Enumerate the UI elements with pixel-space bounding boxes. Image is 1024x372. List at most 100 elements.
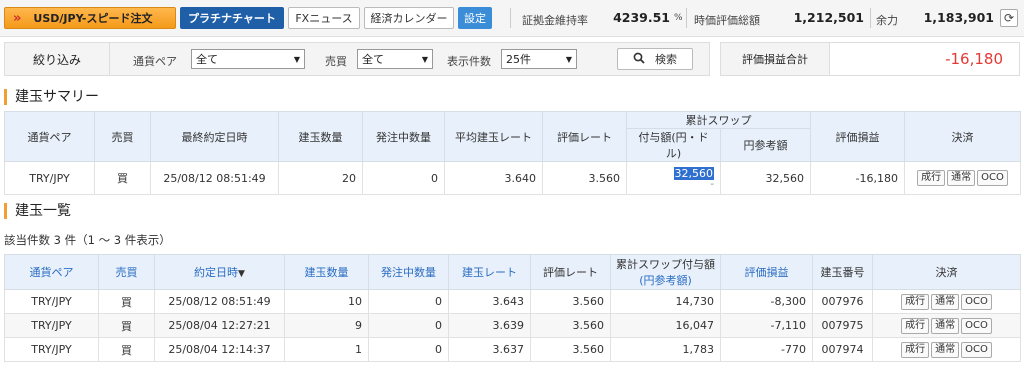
cell-qty: 9	[284, 313, 369, 338]
column-header-settle: 決済	[872, 254, 1021, 290]
market-settle-button[interactable]: 成行	[901, 293, 930, 310]
caret-down-icon: ▼	[421, 55, 428, 64]
column-header-side: 売買	[94, 111, 151, 162]
oco-settle-button[interactable]: OCO	[961, 341, 992, 358]
speed-order-button[interactable]: » USD/JPY-スピード注文	[4, 7, 176, 29]
margin-rate-unit: %	[674, 13, 683, 23]
count-select[interactable]: 25件 ▼	[501, 49, 577, 69]
cell-eval-rate: 3.560	[530, 313, 611, 338]
cell-pl: -770	[720, 337, 813, 362]
margin-rate-value: 4239.51	[613, 10, 670, 25]
count-filter-label: 表示件数	[447, 55, 491, 68]
cell-swap: 14,730	[610, 289, 721, 314]
cell-rate: 3.643	[448, 289, 531, 314]
cell-side: 買	[94, 161, 151, 195]
summary-section-title: 建玉サマリー	[4, 89, 99, 105]
market-settle-button[interactable]: 成行	[901, 341, 930, 358]
column-header-qty: 建玉数量	[278, 111, 363, 162]
oco-settle-button[interactable]: OCO	[961, 293, 992, 310]
total-pl-label: 評価損益合計	[720, 42, 830, 76]
cell-last-date: 25/08/12 08:51:49	[150, 161, 279, 195]
column-header-pair[interactable]: 通貨ペア	[4, 254, 99, 290]
side-filter-label: 売買	[325, 55, 347, 68]
column-header-date[interactable]: 約定日時▼	[154, 254, 285, 290]
available-value: 1,183,901	[923, 10, 994, 25]
cell-swap: 16,047	[610, 313, 721, 338]
cell-date: 25/08/04 12:14:37	[154, 337, 285, 362]
cell-qty: 1	[284, 337, 369, 362]
pair-select-value: 全て	[196, 53, 218, 66]
column-header-pending[interactable]: 発注中数量	[368, 254, 449, 290]
cell-pl: -16,180	[810, 161, 905, 195]
cell-eval-rate: 3.560	[530, 337, 611, 362]
column-header-avg-rate: 平均建玉レート	[444, 111, 543, 162]
column-header-qty[interactable]: 建玉数量	[284, 254, 369, 290]
column-header-id: 建玉番号	[812, 254, 873, 290]
cell-settle: 成行 通常 OCO	[872, 289, 1021, 314]
economic-calendar-button[interactable]: 経済カレンダー	[364, 7, 454, 29]
pair-filter-label: 通貨ペア	[133, 55, 177, 68]
normal-settle-button[interactable]: 通常	[947, 170, 976, 186]
column-header-side[interactable]: 売買	[98, 254, 155, 290]
normal-settle-button[interactable]: 通常	[931, 317, 960, 334]
cell-pair: TRY/JPY	[4, 289, 99, 314]
summary-table: 通貨ペア 売買 最終約定日時 建玉数量 発注中数量 平均建玉レート 評価レート …	[4, 111, 1021, 195]
position-id-link[interactable]: 007974	[812, 337, 873, 362]
side-select[interactable]: 全て ▼	[357, 49, 433, 69]
column-header-pair: 通貨ペア	[4, 111, 95, 162]
cell-pl: -7,110	[720, 313, 813, 338]
speed-order-label: USD/JPY-スピード注文	[33, 12, 153, 25]
table-row: TRY/JPY 買 25/08/04 12:27:21 9 0 3.639 3.…	[4, 313, 1021, 338]
search-button[interactable]: 検索	[617, 48, 693, 70]
market-settle-button[interactable]: 成行	[917, 170, 946, 186]
oco-settle-button[interactable]: OCO	[961, 317, 992, 334]
cell-qty: 10	[284, 289, 369, 314]
valuation-total-value: 1,212,501	[793, 10, 864, 25]
pair-select[interactable]: 全て ▼	[191, 49, 305, 69]
summary-row: TRY/JPY 買 25/08/12 08:51:49 20 0 3.640 3…	[4, 161, 1021, 195]
column-header-swap-yen: 円参考額	[720, 128, 811, 162]
column-header-eval-rate: 評価レート	[530, 254, 611, 290]
column-header-rate[interactable]: 建玉レート	[448, 254, 531, 290]
swap-header-line2[interactable]: (円参考額)	[615, 272, 716, 288]
normal-settle-button[interactable]: 通常	[931, 293, 960, 310]
column-header-pl: 評価損益	[810, 111, 905, 162]
positions-section-title: 建玉一覧	[4, 203, 71, 219]
cell-settle: 成行 通常 OCO	[904, 161, 1021, 195]
cell-eval-rate: 3.560	[530, 289, 611, 314]
available-label: 余力	[876, 14, 898, 27]
count-select-value: 25件	[506, 53, 531, 66]
column-header-pl[interactable]: 評価損益	[720, 254, 813, 290]
total-pl-value: -16,180	[830, 42, 1020, 76]
normal-settle-button[interactable]: 通常	[931, 341, 960, 358]
swap-header-line1: 累計スワップ付与額	[616, 258, 715, 271]
cell-settle: 成行 通常 OCO	[872, 337, 1021, 362]
oco-settle-button[interactable]: OCO	[977, 170, 1008, 186]
column-header-swap: 累計スワップ付与額 (円参考額)	[610, 254, 721, 290]
side-select-value: 全て	[362, 53, 384, 66]
cell-pending: 0	[368, 289, 449, 314]
platinum-chart-button[interactable]: プラチナチャート	[180, 7, 284, 29]
cell-qty: 20	[278, 161, 363, 195]
cell-date: 25/08/12 08:51:49	[154, 289, 285, 314]
cell-pending: 0	[362, 161, 445, 195]
cell-pending: 0	[368, 313, 449, 338]
filter-title: 絞り込み	[5, 43, 110, 75]
cell-side: 買	[98, 313, 155, 338]
column-header-swap-amount: 付与額(円・ドル)	[626, 128, 721, 162]
divider	[870, 8, 871, 28]
market-settle-button[interactable]: 成行	[901, 317, 930, 334]
column-header-pending: 発注中数量	[362, 111, 445, 162]
refresh-icon[interactable]: ⟳	[1000, 9, 1018, 27]
cell-eval-rate: 3.560	[542, 161, 627, 195]
divider	[686, 8, 687, 28]
cell-pl: -8,300	[720, 289, 813, 314]
divider	[510, 8, 511, 28]
settings-button[interactable]: 設定	[458, 7, 492, 29]
date-header-label: 約定日時	[194, 266, 239, 279]
position-id-link[interactable]: 007975	[812, 313, 873, 338]
fx-news-button[interactable]: FXニュース	[288, 7, 360, 29]
column-header-last-date: 最終約定日時	[150, 111, 279, 162]
position-id-link[interactable]: 007976	[812, 289, 873, 314]
cell-rate: 3.639	[448, 313, 531, 338]
